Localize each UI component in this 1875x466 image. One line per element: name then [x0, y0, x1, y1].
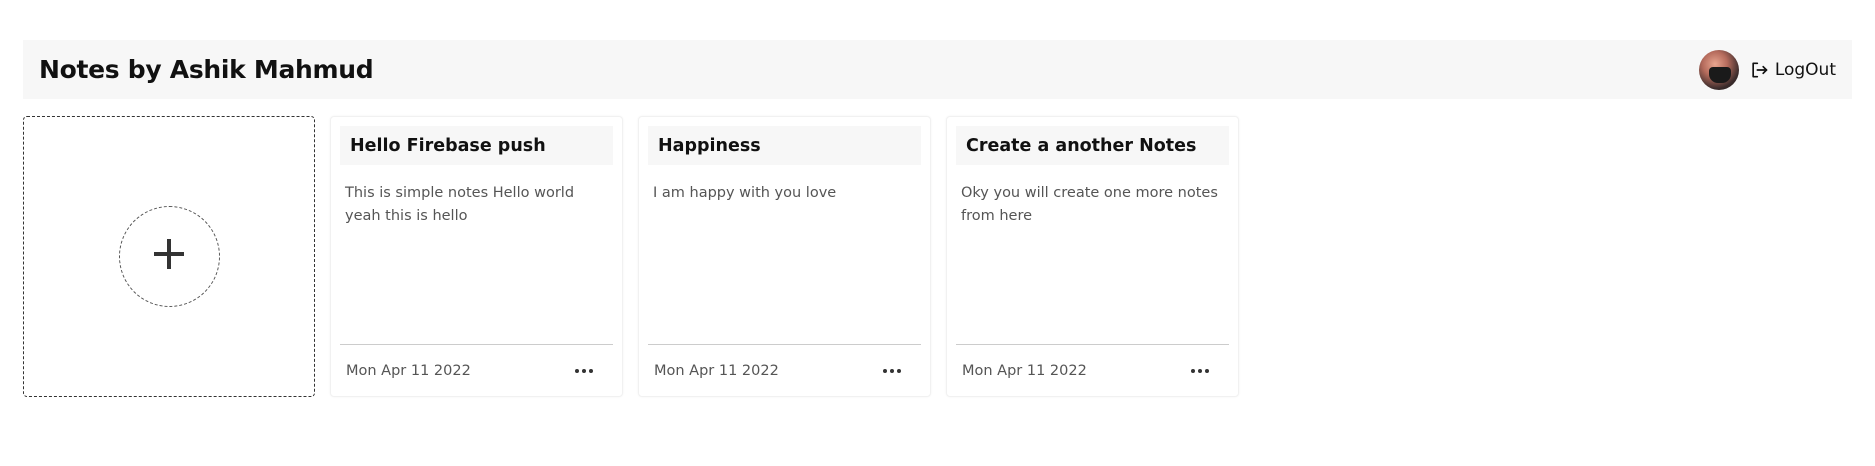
notes-grid: Hello Firebase push This is simple notes… — [23, 116, 1239, 397]
note-footer: Mon Apr 11 2022 — [956, 344, 1229, 396]
plus-icon — [152, 237, 186, 276]
more-options-icon[interactable] — [1187, 365, 1213, 377]
note-body: I am happy with you love — [653, 185, 837, 201]
more-options-icon[interactable] — [879, 365, 905, 377]
note-card[interactable]: Happiness I am happy with you love Mon A… — [638, 116, 931, 397]
logout-button[interactable]: LogOut — [1749, 60, 1836, 80]
note-title: Hello Firebase push — [340, 126, 613, 165]
note-date: Mon Apr 11 2022 — [654, 362, 779, 379]
note-body: Oky you will create one more notes from … — [961, 185, 1218, 224]
note-card[interactable]: Hello Firebase push This is simple notes… — [330, 116, 623, 397]
note-footer: Mon Apr 11 2022 — [648, 344, 921, 396]
note-card[interactable]: Create a another Notes Oky you will crea… — [946, 116, 1239, 397]
note-date: Mon Apr 11 2022 — [346, 362, 471, 379]
logout-icon — [1749, 60, 1769, 80]
add-note-button[interactable] — [118, 206, 220, 307]
note-body: This is simple notes Hello world yeah th… — [345, 185, 575, 224]
app-header: Notes by Ashik Mahmud LogOut — [23, 40, 1852, 99]
add-note-card[interactable] — [23, 116, 315, 397]
note-date: Mon Apr 11 2022 — [962, 362, 1087, 379]
note-title: Create a another Notes — [956, 126, 1229, 165]
logout-label: LogOut — [1774, 59, 1836, 80]
note-footer: Mon Apr 11 2022 — [340, 344, 613, 396]
avatar[interactable] — [1698, 49, 1739, 90]
more-options-icon[interactable] — [571, 365, 597, 377]
app-title: Notes by Ashik Mahmud — [39, 55, 374, 84]
header-actions: LogOut — [1698, 49, 1836, 90]
note-title: Happiness — [648, 126, 921, 165]
